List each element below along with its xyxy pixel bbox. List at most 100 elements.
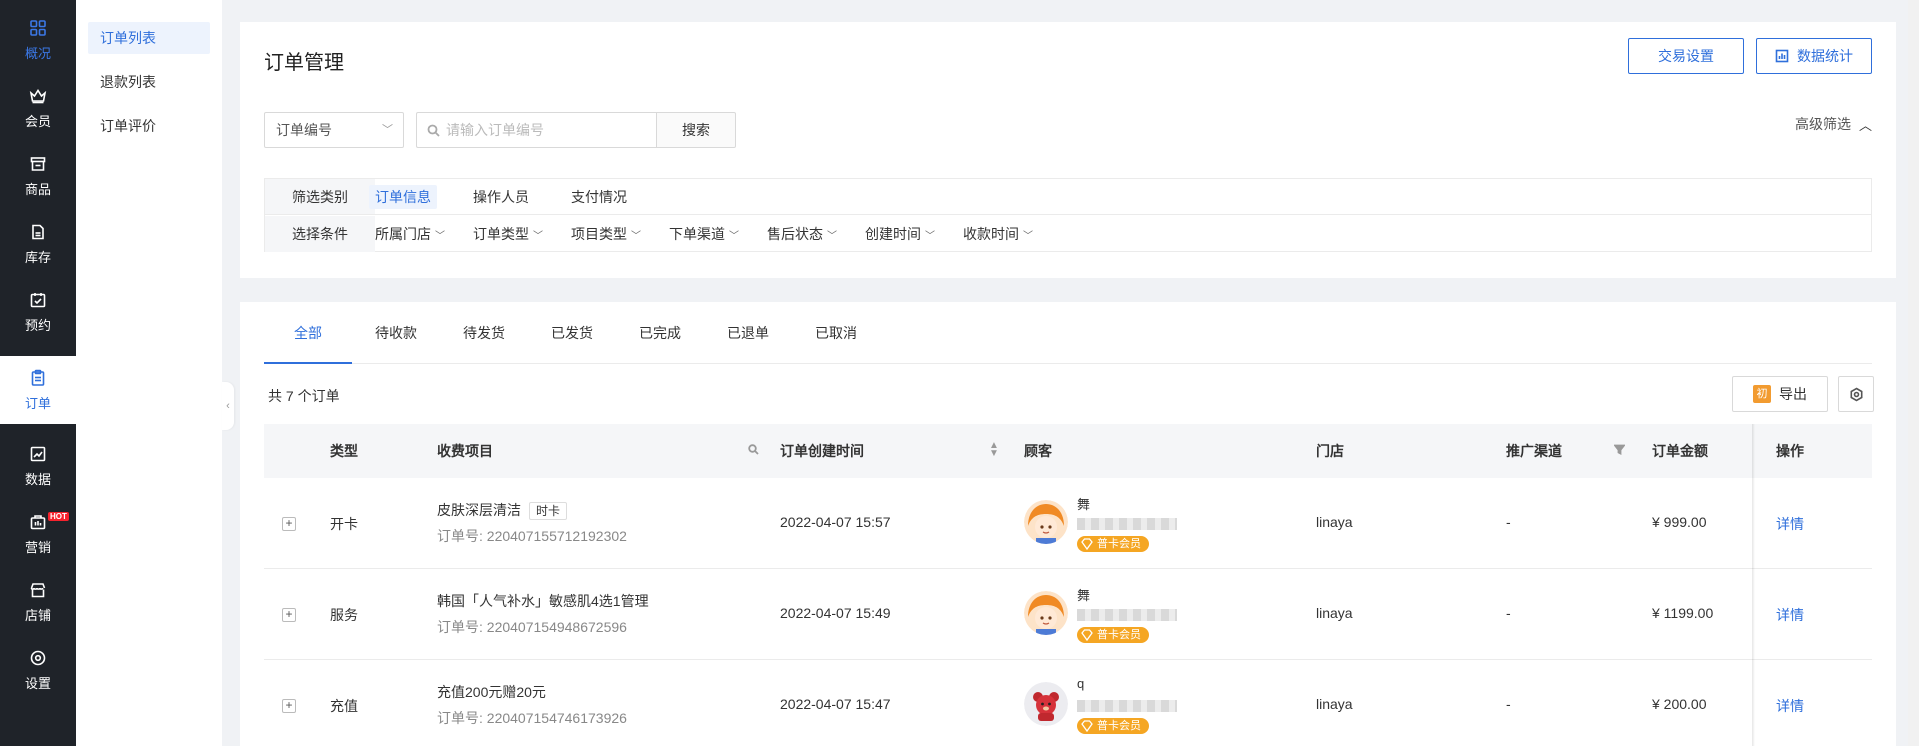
filter-item-type-dropdown[interactable]: 项目类型 ﹀ xyxy=(565,222,647,246)
search-button[interactable]: 搜索 xyxy=(656,112,736,148)
nav-item-data[interactable]: 数据 xyxy=(0,432,76,500)
row-store: linaya xyxy=(1316,696,1353,712)
expand-row-button[interactable]: + xyxy=(282,608,296,622)
sort-icon[interactable]: ▲ ▼ xyxy=(989,441,999,459)
row-item-name: 皮肤深层清洁 xyxy=(437,502,521,518)
avatar xyxy=(1024,591,1068,635)
row-amount: ¥ 1199.00 xyxy=(1652,605,1714,621)
clipboard-icon xyxy=(28,368,48,388)
nav-label: 预约 xyxy=(24,318,51,333)
export-button[interactable]: 初 导出 xyxy=(1732,376,1828,412)
search-input-wrapper xyxy=(416,112,656,148)
chevron-down-icon: ﹀ xyxy=(382,124,393,136)
col-amount: 订单金额 xyxy=(1652,443,1708,459)
row-store: linaya xyxy=(1316,605,1353,621)
tab-pending-shipment[interactable]: 待发货 xyxy=(440,302,528,364)
filter-after-sale-dropdown[interactable]: 售后状态 ﹀ xyxy=(761,222,843,246)
nav-item-overview[interactable]: 概况 xyxy=(0,6,76,74)
button-label: 数据统计 xyxy=(1797,48,1853,64)
table-row: + 服务 韩国「人气补水」敏感肌4选1管理 订单号: 2204071549486… xyxy=(264,569,1872,660)
row-order-no: 订单号: 220407155712192302 xyxy=(437,528,627,544)
filter-label-text: 订单类型 xyxy=(473,226,529,242)
filter-created-time-dropdown[interactable]: 创建时间 ﹀ xyxy=(859,222,941,246)
subnav-item-refund-list[interactable]: 退款列表 xyxy=(88,66,210,98)
nav-label: 库存 xyxy=(24,250,51,265)
filter-condition-label: 选择条件 xyxy=(265,216,375,252)
tab-refunded[interactable]: 已退单 xyxy=(704,302,792,364)
avatar xyxy=(1024,682,1068,726)
status-tabs: 全部 待收款 待发货 已发货 已完成 已退单 已取消 xyxy=(264,302,1872,364)
filter-icon[interactable] xyxy=(1613,444,1626,458)
search-field-select[interactable]: 订单编号 ﹀ xyxy=(264,112,404,148)
bar-chart-icon xyxy=(1775,49,1789,63)
nav-item-orders[interactable]: 订单 xyxy=(0,356,76,424)
row-created-time: 2022-04-07 15:57 xyxy=(780,514,891,530)
trade-settings-button[interactable]: 交易设置 xyxy=(1628,38,1744,74)
calendar-check-icon xyxy=(28,290,48,310)
nav-item-inventory[interactable]: 库存 xyxy=(0,210,76,278)
customer-name: 舞 xyxy=(1077,588,1091,603)
filter-label-text: 售后状态 xyxy=(767,226,823,242)
advanced-filter-toggle[interactable]: 高级筛选 ︿ xyxy=(1795,114,1872,134)
chevron-left-icon: ‹ xyxy=(226,400,230,412)
filter-paid-time-dropdown[interactable]: 收款时间 ﹀ xyxy=(957,222,1039,246)
sidebar-collapse-handle[interactable]: ‹ xyxy=(222,382,234,430)
col-store: 门店 xyxy=(1316,443,1344,459)
row-detail-link[interactable]: 详情 xyxy=(1776,605,1804,625)
nav-item-marketing[interactable]: HOT 营销 xyxy=(0,500,76,568)
inventory-icon xyxy=(28,222,48,242)
filter-label-text: 所属门店 xyxy=(375,226,431,242)
subnav-item-order-reviews[interactable]: 订单评价 xyxy=(88,110,210,142)
row-channel: - xyxy=(1506,514,1511,530)
search-input[interactable] xyxy=(446,122,646,138)
search-icon[interactable] xyxy=(748,444,759,458)
page-scrollbar[interactable] xyxy=(1908,0,1919,746)
chart-icon xyxy=(28,444,48,464)
nav-item-appointments[interactable]: 预约 xyxy=(0,278,76,346)
expand-row-button[interactable]: + xyxy=(282,517,296,531)
row-type: 服务 xyxy=(330,607,358,623)
filter-channel-dropdown[interactable]: 下单渠道 ﹀ xyxy=(663,222,745,246)
filter-order-type-dropdown[interactable]: 订单类型 ﹀ xyxy=(467,222,549,246)
gear-icon xyxy=(28,648,48,668)
tab-pending-payment[interactable]: 待收款 xyxy=(352,302,440,364)
nav-item-settings[interactable]: 设置 xyxy=(0,636,76,704)
tab-cancelled[interactable]: 已取消 xyxy=(792,302,880,364)
row-detail-link[interactable]: 详情 xyxy=(1776,514,1804,534)
col-channel: 推广渠道 xyxy=(1506,443,1562,459)
row-store: linaya xyxy=(1316,514,1353,530)
member-badge: 普卡会员 xyxy=(1077,627,1149,643)
expand-row-button[interactable]: + xyxy=(282,699,296,713)
data-stats-button[interactable]: 数据统计 xyxy=(1756,38,1872,74)
table-settings-button[interactable] xyxy=(1838,376,1874,412)
filter-panel: 筛选类别 订单信息 操作人员 支付情况 选择条件 所属门店 ﹀ 订单类型 ﹀ 项目类… xyxy=(264,178,1872,252)
nav-label: 数据 xyxy=(24,472,51,487)
customer-name: q xyxy=(1077,676,1085,691)
nav-item-members[interactable]: 会员 xyxy=(0,74,76,142)
tab-shipped[interactable]: 已发货 xyxy=(528,302,616,364)
filter-category-operator[interactable]: 操作人员 xyxy=(467,185,535,209)
row-amount: ¥ 999.00 xyxy=(1652,514,1707,530)
filter-category-order-info[interactable]: 订单信息 xyxy=(369,185,437,209)
button-label: 导出 xyxy=(1779,386,1807,402)
filter-store-dropdown[interactable]: 所属门店 ﹀ xyxy=(369,222,451,246)
diamond-icon xyxy=(1081,720,1093,733)
chevron-down-icon: ﹀ xyxy=(435,231,445,242)
nav-item-products[interactable]: 商品 xyxy=(0,142,76,210)
filter-category-payment[interactable]: 支付情况 xyxy=(565,185,633,209)
tab-completed[interactable]: 已完成 xyxy=(616,302,704,364)
filter-label-text: 收款时间 xyxy=(963,226,1019,242)
member-badge-label: 普卡会员 xyxy=(1097,720,1141,732)
row-detail-link[interactable]: 详情 xyxy=(1776,696,1804,716)
row-created-time: 2022-04-07 15:49 xyxy=(780,605,891,621)
member-badge: 普卡会员 xyxy=(1077,536,1149,552)
tab-all[interactable]: 全部 xyxy=(264,302,352,364)
chevron-down-icon: ﹀ xyxy=(729,231,739,242)
subnav-item-order-list[interactable]: 订单列表 xyxy=(88,22,210,54)
row-created-time: 2022-04-07 15:47 xyxy=(780,696,891,712)
row-item-name: 韩国「人气补水」敏感肌4选1管理 xyxy=(437,593,649,609)
nav-item-store[interactable]: 店铺 xyxy=(0,568,76,636)
order-list-card: 全部 待收款 待发货 已发货 已完成 已退单 已取消 共 7 个订单 初 导出 … xyxy=(240,302,1896,746)
col-action: 操作 xyxy=(1776,443,1804,459)
store-icon xyxy=(28,580,48,600)
